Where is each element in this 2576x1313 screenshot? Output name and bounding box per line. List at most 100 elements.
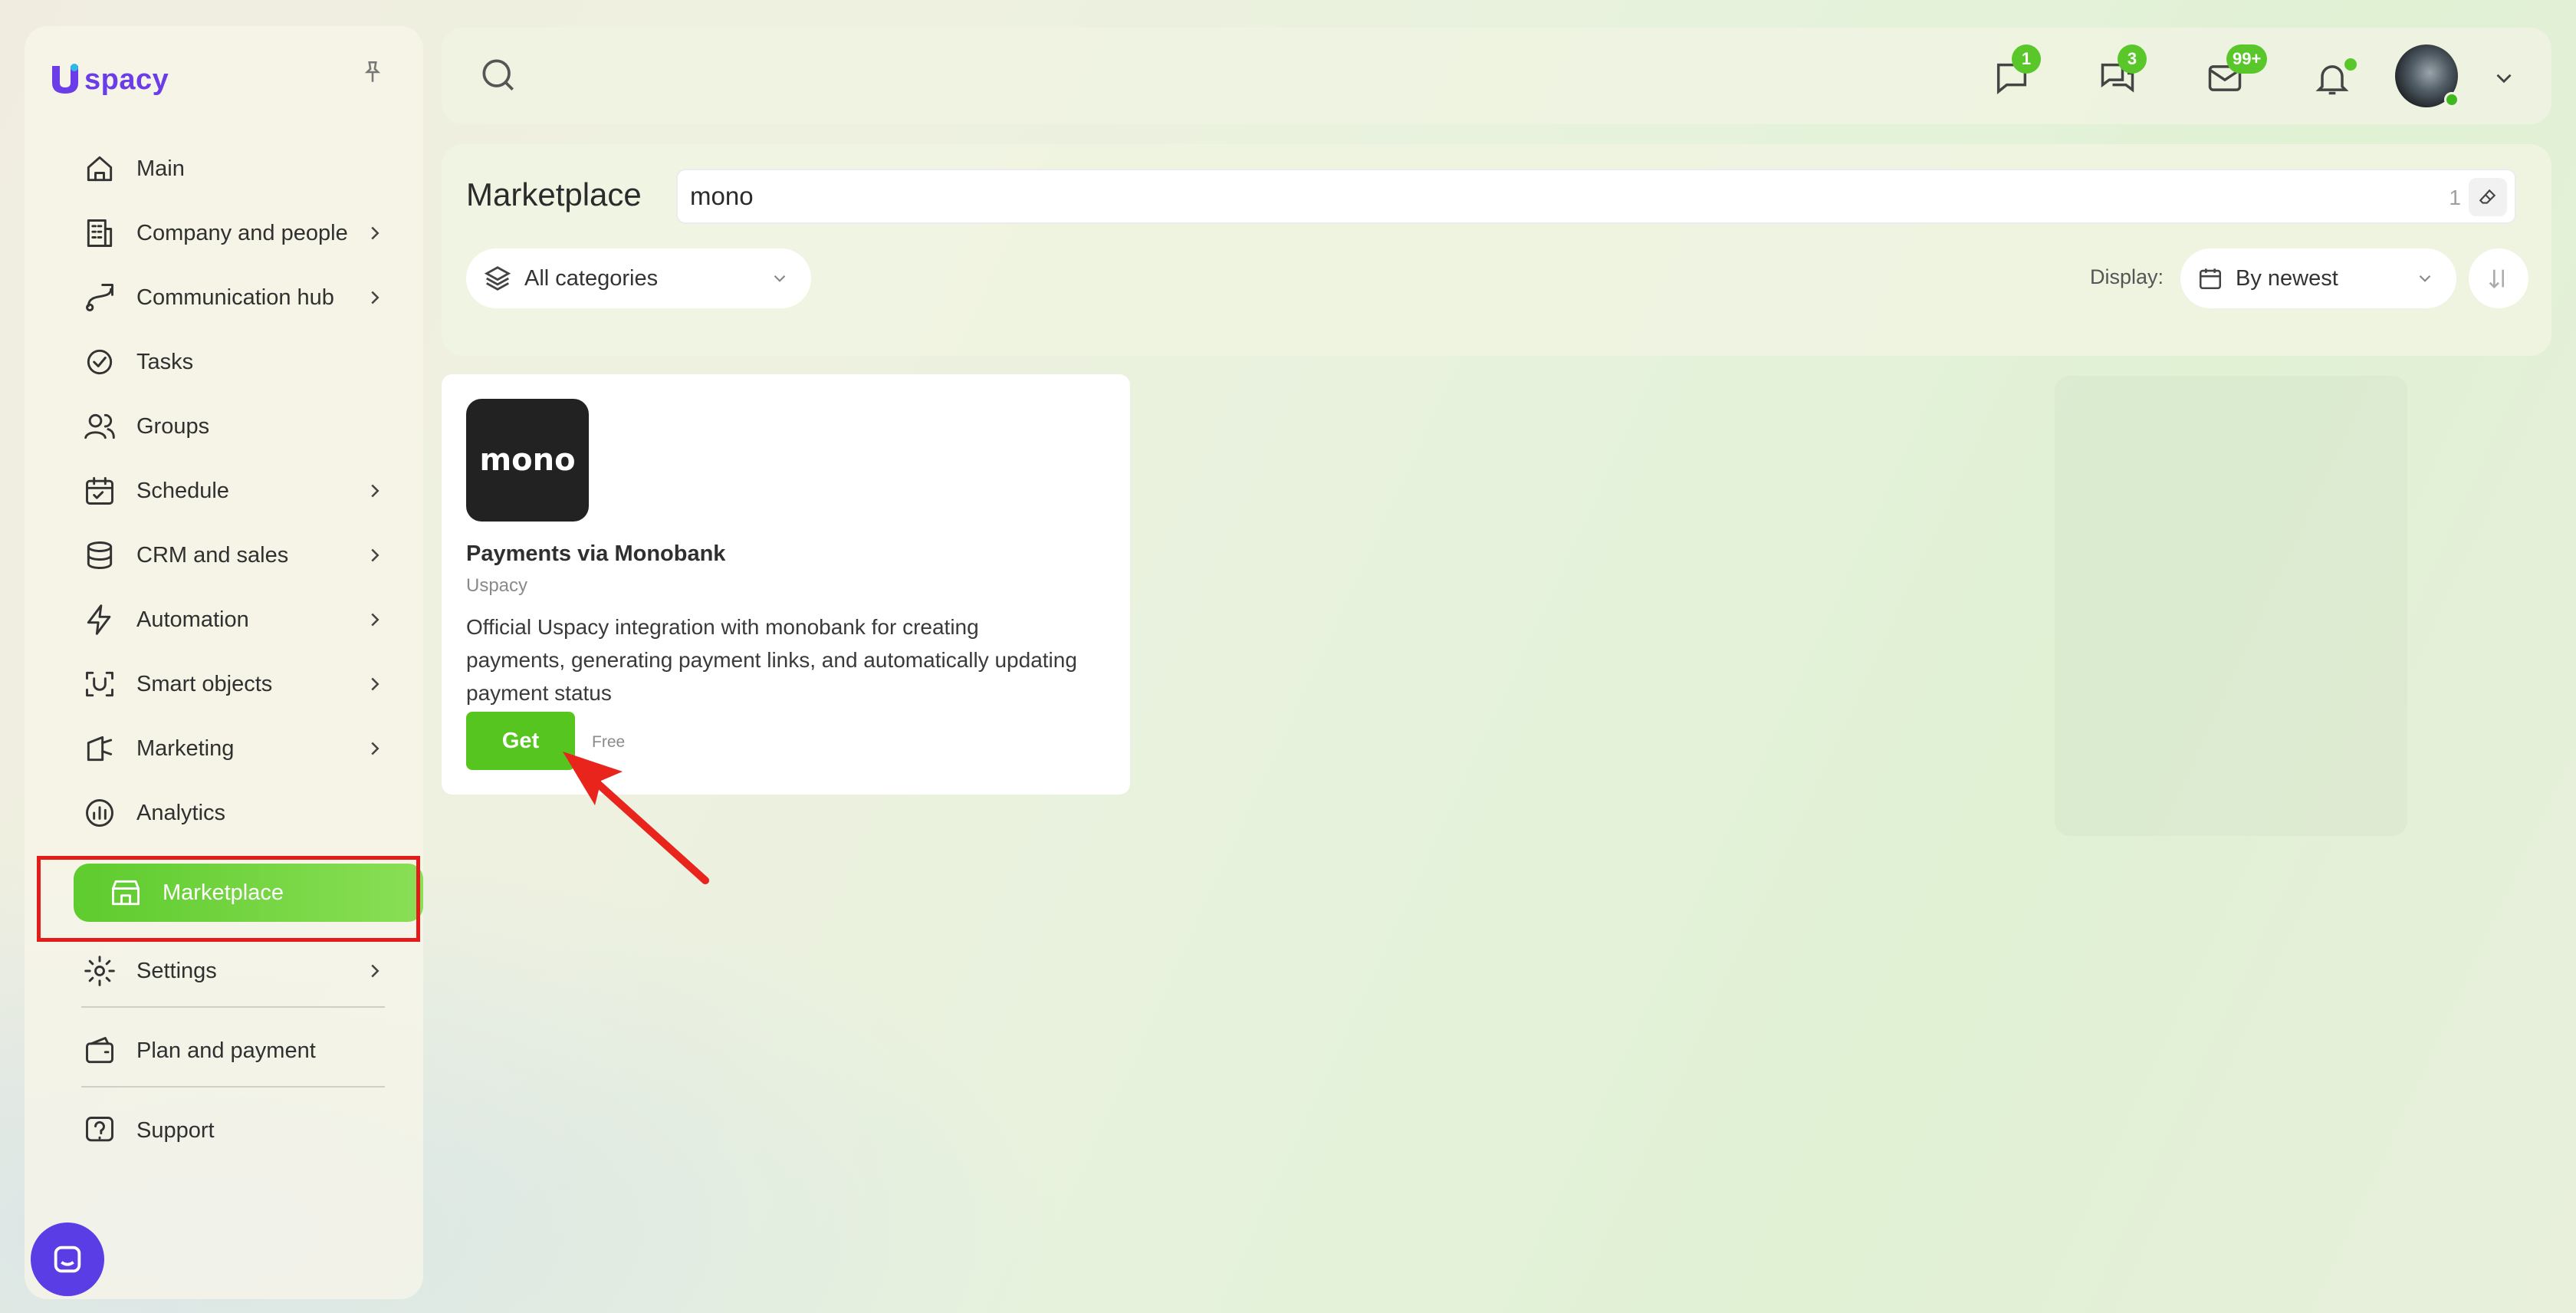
help-icon xyxy=(81,1112,118,1149)
eraser-icon xyxy=(2479,189,2496,204)
sort-direction-button[interactable] xyxy=(2469,248,2528,308)
chevron-right-icon xyxy=(371,484,380,498)
chat-widget-icon xyxy=(54,1246,81,1273)
chat-widget-button[interactable] xyxy=(31,1223,104,1296)
search-result-count: 1 xyxy=(2449,186,2461,209)
mail-badge: 99+ xyxy=(2226,44,2268,74)
red-pointer-arrow-icon xyxy=(563,752,709,884)
sidebar-item-label: Schedule xyxy=(136,478,229,503)
gear-icon xyxy=(81,953,118,989)
sidebar-item-label: Automation xyxy=(136,607,249,632)
users-icon xyxy=(81,408,118,445)
sidebar-item-analytics[interactable]: Analytics xyxy=(48,784,400,842)
sidebar-item-label: Marketing xyxy=(136,735,235,761)
sidebar-item-plan-and-payment[interactable]: Plan and payment xyxy=(48,1022,400,1080)
category-filter-value: All categories xyxy=(524,265,659,291)
sidebar-item-smart-objects[interactable]: Smart objects xyxy=(48,655,400,713)
display-label: Display: xyxy=(2090,265,2164,288)
layers-icon xyxy=(484,266,511,291)
chat-path-icon xyxy=(81,279,118,316)
sidebar-item-schedule[interactable]: Schedule xyxy=(48,462,400,520)
background-decoration xyxy=(2055,376,2407,836)
calendar-icon xyxy=(81,472,118,509)
notification-dot xyxy=(2344,58,2357,71)
analytics-icon xyxy=(81,795,118,831)
sidebar-item-label: Smart objects xyxy=(136,671,273,696)
app-name: Payments via Monobank xyxy=(466,541,726,566)
app-card[interactable]: mono Payments via Monobank Uspacy Offici… xyxy=(442,374,1130,795)
sidebar-item-label: Main xyxy=(136,156,185,181)
chevron-right-icon xyxy=(371,548,380,562)
chevron-right-icon xyxy=(371,226,380,240)
sidebar-item-main[interactable]: Main xyxy=(48,140,400,198)
sidebar-item-label: Communication hub xyxy=(136,285,334,310)
sidebar-item-label: Analytics xyxy=(136,800,226,825)
sidebar-item-marketing[interactable]: Marketing xyxy=(48,719,400,778)
sidebar: spacy Main Company and people Communicatio… xyxy=(25,26,423,1299)
sidebar-item-crm-and-sales[interactable]: CRM and sales xyxy=(48,526,400,584)
chats-badge: 3 xyxy=(2118,44,2147,74)
sidebar-item-label: Support xyxy=(136,1117,215,1143)
database-icon xyxy=(81,537,118,574)
sidebar-item-company-and-people[interactable]: Company and people xyxy=(48,204,400,262)
chevron-down-icon xyxy=(2496,74,2512,84)
home-icon xyxy=(81,150,118,187)
sidebar-divider xyxy=(81,1006,385,1008)
app-description: Official Uspacy integration with monoban… xyxy=(466,615,1077,705)
category-filter[interactable]: All categories xyxy=(466,248,811,308)
page-title: Marketplace xyxy=(466,176,642,212)
sidebar-item-communication-hub[interactable]: Communication hub xyxy=(48,268,400,327)
sidebar-divider xyxy=(81,1086,385,1088)
messages-button[interactable]: 1 xyxy=(1989,44,2041,101)
global-search-button[interactable] xyxy=(477,54,523,100)
notifications-button[interactable] xyxy=(2309,55,2357,101)
uspacy-logo[interactable]: spacy xyxy=(48,57,169,103)
sidebar-item-label: Plan and payment xyxy=(136,1038,316,1063)
app-vendor: Uspacy xyxy=(466,575,528,596)
messages-badge: 1 xyxy=(2012,44,2041,74)
task-check-icon xyxy=(81,344,118,380)
sidebar-item-label: Company and people xyxy=(136,220,348,245)
lightning-icon xyxy=(81,601,118,638)
wallet-icon xyxy=(81,1032,118,1069)
brand-name: spacy xyxy=(84,63,169,96)
sidebar-item-support[interactable]: Support xyxy=(48,1101,400,1160)
chevron-right-icon xyxy=(371,742,380,755)
sort-select[interactable]: By newest xyxy=(2180,248,2456,308)
top-bar: 1 3 99+ xyxy=(442,28,2551,124)
sidebar-nav: Main Company and people Communication hub T… xyxy=(48,140,423,1166)
chevron-right-icon xyxy=(371,964,380,978)
marketplace-search-input[interactable] xyxy=(678,170,2364,222)
scan-icon xyxy=(81,666,118,703)
pin-icon[interactable] xyxy=(356,55,389,89)
user-avatar[interactable] xyxy=(2395,44,2459,107)
sidebar-item-label: Tasks xyxy=(136,349,194,374)
uspacy-logo-mark-icon xyxy=(52,64,78,94)
chats-button[interactable]: 3 xyxy=(2095,44,2147,101)
chevron-down-icon xyxy=(2419,275,2431,282)
sidebar-item-label: Settings xyxy=(136,958,217,983)
sort-descending-icon xyxy=(2489,269,2504,289)
sidebar-item-settings[interactable]: Settings xyxy=(48,942,400,1000)
mail-button[interactable]: 99+ xyxy=(2202,44,2268,101)
marketplace-search: 1 xyxy=(676,169,2516,224)
sidebar-item-groups[interactable]: Groups xyxy=(48,397,400,456)
chevron-right-icon xyxy=(371,613,380,627)
marketplace-header: Marketplace 1 All categories Display: By… xyxy=(442,144,2551,356)
search-icon xyxy=(482,59,514,90)
marketing-icon xyxy=(81,730,118,767)
sidebar-item-label: CRM and sales xyxy=(136,542,289,568)
sidebar-item-automation[interactable]: Automation xyxy=(48,591,400,649)
online-status-dot xyxy=(2444,92,2459,107)
chevron-right-icon xyxy=(371,291,380,304)
calendar-icon xyxy=(2199,268,2222,290)
sidebar-item-tasks[interactable]: Tasks xyxy=(48,333,400,391)
building-icon xyxy=(81,215,118,252)
chevron-right-icon xyxy=(371,677,380,691)
profile-menu-toggle[interactable] xyxy=(2481,55,2527,101)
clear-search-button[interactable] xyxy=(2469,178,2507,216)
chevron-down-icon xyxy=(774,275,786,282)
sidebar-item-label: Groups xyxy=(136,413,210,439)
marketplace-highlight-frame xyxy=(37,856,420,942)
monobank-logo: mono xyxy=(466,399,589,522)
